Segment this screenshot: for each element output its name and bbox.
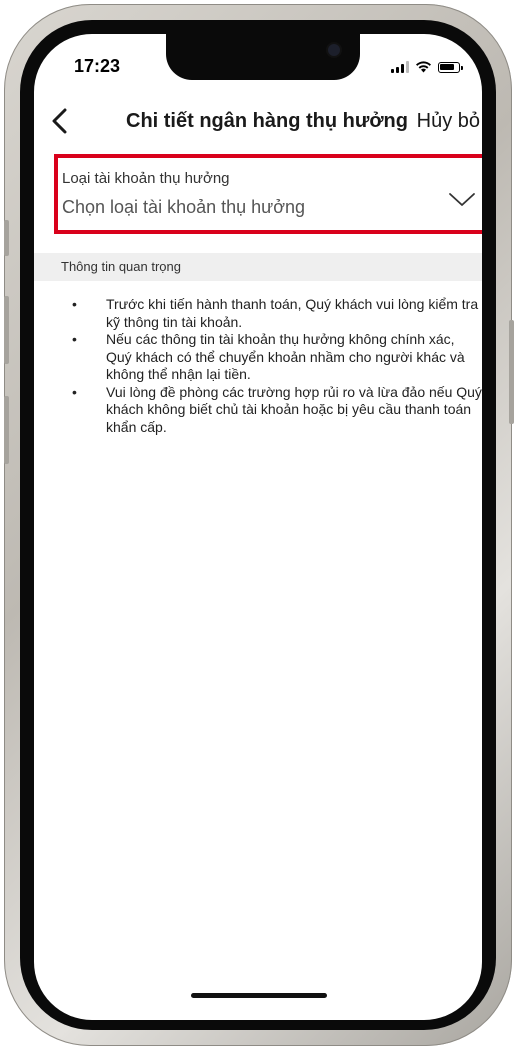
power-button [509,320,514,424]
info-header-text: Thông tin quan trọng [61,259,181,274]
notch [166,34,360,80]
list-item: • Vui lòng đề phòng các trường hợp rủi r… [64,384,482,437]
account-type-label: Loại tài khoản thụ hưởng [62,170,230,187]
info-list: • Trước khi tiến hành thanh toán, Quý kh… [64,296,482,436]
cancel-button[interactable]: Hủy bỏ [417,110,480,133]
list-item: • Nếu các thông tin tài khoản thụ hưởng … [64,331,482,384]
battery-icon [438,62,463,73]
phone-frame: 17:23 Chi tiết ngân hàng thụ hưởng Hủy b… [4,4,512,1046]
info-item-text: Nếu các thông tin tài khoản thụ hưởng kh… [106,331,465,382]
signal-icon [391,61,409,73]
bullet-icon: • [72,296,77,312]
wifi-icon [416,61,431,73]
page-title: Chi tiết ngân hàng thụ hưởng [126,110,408,132]
volume-up-button [4,296,9,364]
status-time: 17:23 [74,56,121,76]
account-type-placeholder: Chọn loại tài khoản thụ hưởng [62,197,306,217]
bullet-icon: • [72,383,77,400]
info-item-text: Vui lòng đề phòng các trường hợp rủi ro … [106,383,482,435]
status-icons [391,60,463,73]
volume-down-button [4,396,9,464]
info-section-header: Thông tin quan trọng [34,253,482,281]
silent-switch [4,220,9,256]
account-type-dropdown[interactable]: Loại tài khoản thụ hưởng Chọn loại tài k… [54,154,482,234]
nav-bar: Chi tiết ngân hàng thụ hưởng Hủy bỏ [34,100,482,144]
chevron-left-icon[interactable] [46,106,76,136]
phone-screen: 17:23 Chi tiết ngân hàng thụ hưởng Hủy b… [34,34,482,1020]
bullet-icon: • [72,331,77,347]
chevron-down-icon[interactable] [448,192,476,208]
home-indicator[interactable] [191,993,327,998]
list-item: • Trước khi tiến hành thanh toán, Quý kh… [64,296,482,331]
camera-icon [328,44,340,56]
info-item-text: Trước khi tiến hành thanh toán, Quý khác… [106,296,479,330]
